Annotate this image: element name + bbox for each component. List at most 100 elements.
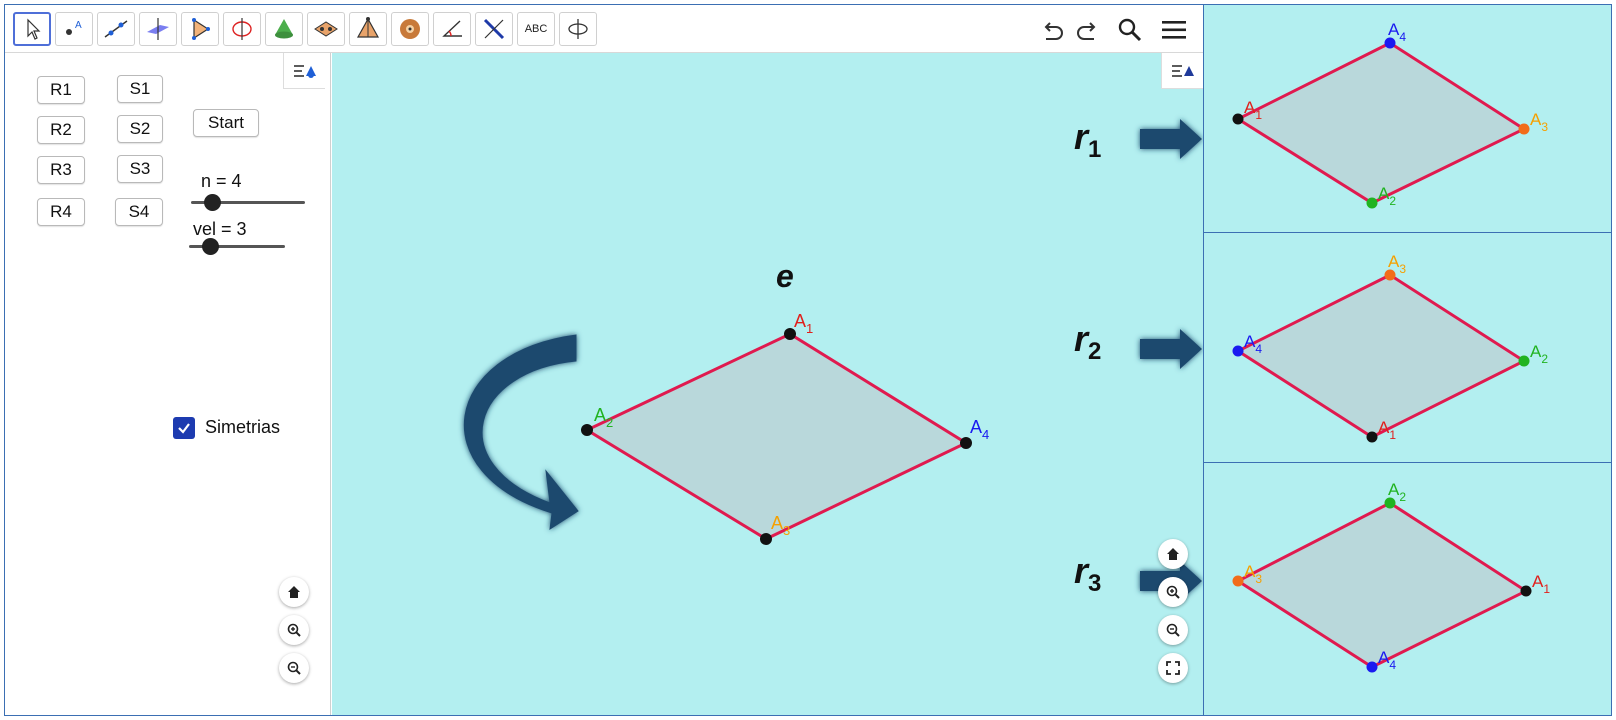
vertex-a2[interactable] xyxy=(581,424,593,436)
move-tool-button[interactable] xyxy=(13,12,51,46)
zoom-in-icon xyxy=(1166,585,1180,599)
view-r3-canvas: A3A4A1A2 xyxy=(1232,480,1550,673)
vertex-a3[interactable] xyxy=(760,533,772,545)
label-a1-r3: A1 xyxy=(1532,572,1550,596)
rhombus-r1 xyxy=(1234,41,1528,205)
home-button[interactable] xyxy=(279,577,309,607)
point-icon: A xyxy=(66,20,82,35)
label-r3: r3 xyxy=(1074,550,1101,597)
plane-tool-button[interactable] xyxy=(139,12,177,46)
view-r2[interactable]: A4 A1 A2 A3 xyxy=(1204,233,1611,463)
stylebar-icon xyxy=(293,64,316,78)
net-tool-button[interactable] xyxy=(307,12,345,46)
symmetry-views: A1 A2 A3 A4 A4 A1 A2 A3 A3 A4 A1 A2 xyxy=(1203,5,1611,715)
vertex-a4[interactable] xyxy=(960,437,972,449)
sphere-tool-button[interactable] xyxy=(391,12,429,46)
vertex-a4-r1 xyxy=(1384,37,1396,49)
polygon-icon xyxy=(192,18,210,40)
fullscreen-button[interactable] xyxy=(1158,653,1188,683)
r3-button[interactable]: R3 xyxy=(37,156,85,184)
angle-tool-button[interactable] xyxy=(433,12,471,46)
view-r3[interactable]: A3 A4 A1 A2 xyxy=(1204,463,1611,715)
s4-button[interactable]: S4 xyxy=(115,198,163,226)
reflect-tool-button[interactable] xyxy=(475,12,513,46)
r1-button[interactable]: R1 xyxy=(37,76,85,104)
s1-button[interactable]: S1 xyxy=(117,75,163,103)
stylebar-icon xyxy=(1171,64,1194,77)
label-a4: A4 xyxy=(970,417,989,442)
slider-n-thumb[interactable] xyxy=(204,194,221,211)
graphics-home-button[interactable] xyxy=(1158,539,1188,569)
pyramid-icon xyxy=(356,17,380,38)
vertex-a1-r1 xyxy=(1232,113,1244,125)
cone-tool-button[interactable] xyxy=(265,12,303,46)
redo-icon xyxy=(1077,22,1096,40)
rhombus-r2 xyxy=(1234,273,1528,439)
search-button[interactable] xyxy=(1113,13,1147,47)
undo-button[interactable] xyxy=(1035,13,1069,47)
label-e: e xyxy=(776,258,794,294)
svg-text:A: A xyxy=(75,20,82,31)
zoom-in-icon xyxy=(287,623,301,637)
simetrias-label: Simetrias xyxy=(205,417,281,437)
graphics-view[interactable]: e A1 A2 A3 A4 r1 r2 r3 xyxy=(332,53,1203,715)
zoom-out-icon xyxy=(1166,623,1180,637)
slider-vel-label: vel = 3 xyxy=(193,219,247,239)
r2-indicator: r2 xyxy=(1074,318,1202,369)
slider-n-label: n = 4 xyxy=(201,171,242,191)
checkmark-icon xyxy=(178,423,190,434)
text-abc-icon: ABC xyxy=(524,23,548,35)
undo-icon xyxy=(1044,22,1063,40)
menu-button[interactable] xyxy=(1157,13,1191,47)
main-quadrilateral[interactable] xyxy=(583,332,970,541)
line-tool-button[interactable] xyxy=(97,12,135,46)
geogebra-applet: A ABC R1 S1 R2 S2 R3 S3 R4 S4 Start n = … xyxy=(4,4,1612,716)
vertex-a2-r1 xyxy=(1366,197,1378,209)
label-r1: r1 xyxy=(1074,116,1101,163)
vertex-a4-r2 xyxy=(1232,345,1244,357)
start-button[interactable]: Start xyxy=(193,109,259,137)
search-icon xyxy=(1118,18,1142,42)
redo-button[interactable] xyxy=(1071,13,1105,47)
pyramid-tool-button[interactable] xyxy=(349,12,387,46)
rotate-view-tool-button[interactable] xyxy=(559,12,597,46)
point-tool-button[interactable]: A xyxy=(55,12,93,46)
zoom-in-button[interactable] xyxy=(279,615,309,645)
zoom-out-button[interactable] xyxy=(279,653,309,683)
zoom-out-icon xyxy=(287,661,301,675)
controls-panel: R1 S1 R2 S2 R3 S3 R4 S4 Start n = 4 vel … xyxy=(5,53,331,715)
home-icon xyxy=(288,586,300,598)
s2-button[interactable]: S2 xyxy=(117,115,163,143)
move-cursor-icon xyxy=(27,18,41,40)
net-icon xyxy=(314,21,338,37)
angle-icon xyxy=(442,20,462,37)
circle-axis-icon xyxy=(232,18,252,40)
graphics-zoom-out-button[interactable] xyxy=(1158,615,1188,645)
slider-vel-thumb[interactable] xyxy=(202,238,219,255)
label-r2: r2 xyxy=(1074,318,1101,365)
simetrias-checkbox[interactable] xyxy=(173,417,195,439)
vertex-a1-r2 xyxy=(1366,431,1378,443)
algebra-stylebar-toggle[interactable] xyxy=(283,53,325,89)
rhombus-r3 xyxy=(1234,501,1530,669)
graphics-zoom-in-button[interactable] xyxy=(1158,577,1188,607)
text-tool-button[interactable]: ABC xyxy=(517,12,555,46)
polygon-tool-button[interactable] xyxy=(181,12,219,46)
home-icon xyxy=(1167,548,1179,560)
s3-button[interactable]: S3 xyxy=(117,155,163,183)
vertex-a4-r3 xyxy=(1366,661,1378,673)
rotate-view-icon xyxy=(568,19,588,39)
fullscreen-icon xyxy=(1166,661,1180,675)
menu-icon xyxy=(1162,21,1186,39)
label-a2-r2: A2 xyxy=(1530,342,1548,366)
r4-button[interactable]: R4 xyxy=(37,198,85,226)
view-r1[interactable]: A1 A2 A3 A4 xyxy=(1204,5,1611,233)
vertex-a3-r3 xyxy=(1232,575,1244,587)
circle-axis-tool-button[interactable] xyxy=(223,12,261,46)
vertex-a2-r3 xyxy=(1384,497,1396,509)
graphics-stylebar-toggle[interactable] xyxy=(1161,53,1203,89)
r2-button[interactable]: R2 xyxy=(37,116,85,144)
cone-icon xyxy=(275,19,293,39)
line-icon xyxy=(104,20,128,38)
r1-indicator: r1 xyxy=(1074,116,1202,163)
